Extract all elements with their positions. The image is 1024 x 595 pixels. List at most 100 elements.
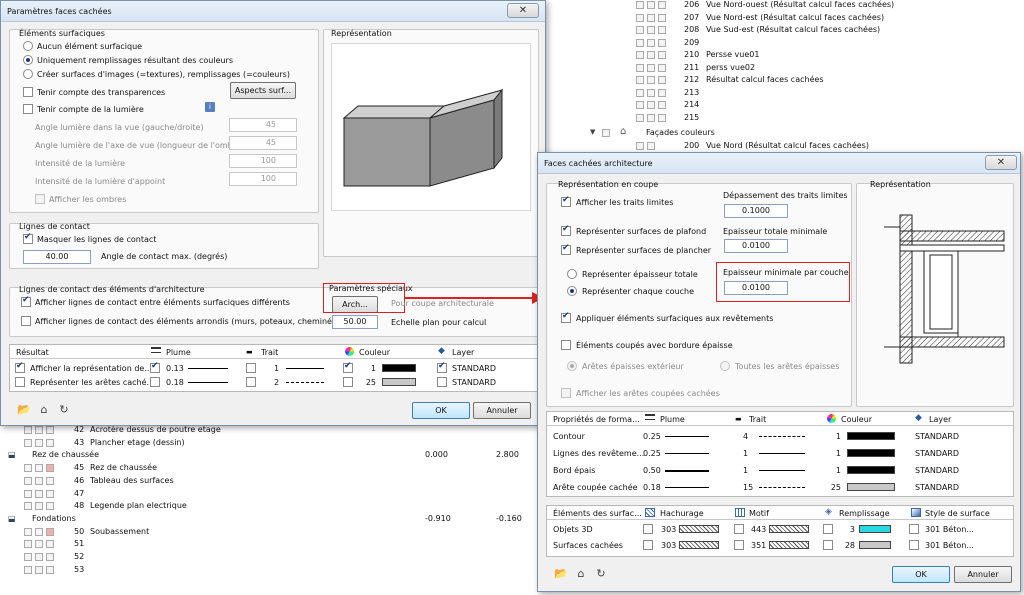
pen-checkbox[interactable] (150, 361, 160, 373)
checkbox-contact-different[interactable] (21, 295, 31, 307)
eye-icon[interactable] (658, 101, 666, 109)
row-label[interactable]: Vue Sud-est (Résultat calcul faces caché… (706, 25, 880, 34)
row-label[interactable]: Acrotère dessus de poutre etage (90, 425, 221, 434)
radio-all-edges[interactable] (720, 361, 730, 371)
trait-value[interactable]: 1 (743, 466, 748, 475)
eye-icon[interactable] (658, 113, 666, 122)
checkbox-icon[interactable] (35, 464, 43, 473)
cancel-button[interactable]: Annuler (954, 566, 1012, 583)
facades-group-label[interactable]: Façades couleurs (646, 128, 715, 137)
open-folder-icon[interactable]: 📂 (554, 567, 568, 581)
color-icon[interactable] (46, 426, 54, 434)
radio-total-thickness[interactable] (567, 269, 577, 279)
color-icon[interactable] (46, 464, 54, 473)
layer-value[interactable]: STANDARD (452, 378, 496, 387)
checkbox-icon[interactable] (647, 63, 655, 72)
row-label[interactable]: Résultat calcul faces cachées (706, 75, 824, 84)
checkbox-icon[interactable] (647, 51, 655, 59)
trait-value[interactable]: 1 (743, 449, 748, 458)
contact-angle-input[interactable]: 40.00 (23, 250, 91, 264)
checkbox-icon[interactable] (647, 26, 655, 34)
row-label[interactable]: Vue Nord (Résultat calcul faces cachées) (706, 141, 869, 150)
color-value[interactable]: 1 (362, 364, 376, 373)
checkbox-shadows[interactable] (35, 194, 45, 204)
fill-value[interactable]: 28 (841, 541, 855, 550)
min-thickness-input[interactable]: 0.0100 (724, 239, 788, 253)
layer-value[interactable]: STANDARD (915, 483, 959, 492)
hatch-value[interactable]: 303 (661, 541, 676, 550)
pen-value[interactable]: 0.25 (643, 449, 661, 458)
checkbox-apply-surfaces[interactable] (561, 311, 571, 323)
row-label[interactable]: Plancher etage (dessin) (90, 438, 185, 447)
hatch-checkbox[interactable] (643, 540, 653, 550)
fill-value[interactable]: 3 (841, 525, 855, 534)
checkbox-icon[interactable] (647, 88, 655, 97)
style-checkbox[interactable] (909, 524, 919, 534)
row-label[interactable]: Legende plan electrique (90, 501, 187, 510)
checkbox-icon[interactable] (35, 527, 43, 536)
trait-checkbox[interactable] (246, 363, 256, 373)
eye-icon[interactable] (658, 76, 666, 84)
color-icon[interactable] (46, 540, 54, 549)
checkbox-icon[interactable] (35, 426, 43, 434)
row-label[interactable]: Soubassement (90, 527, 149, 536)
checkbox-thick-border[interactable] (561, 340, 571, 350)
checkbox-ceiling[interactable] (561, 224, 571, 236)
scale-input[interactable]: 50.00 (332, 315, 378, 329)
color-icon[interactable] (46, 553, 54, 561)
color-value[interactable]: 1 (829, 466, 841, 475)
pen-value[interactable]: 0.18 (643, 483, 661, 492)
checkbox-icon[interactable] (35, 502, 43, 511)
eye-icon[interactable] (658, 13, 666, 22)
radio-fills-only[interactable] (23, 55, 33, 65)
eye-icon[interactable] (658, 38, 666, 47)
eye-icon[interactable] (658, 26, 666, 34)
color-value[interactable]: 1 (829, 432, 841, 441)
motif-checkbox[interactable] (734, 540, 744, 550)
reset-icon[interactable]: ↻ (57, 403, 71, 417)
group-label[interactable]: Rez de chaussée (32, 450, 99, 459)
eye-icon[interactable] (658, 1, 666, 9)
motif-value[interactable]: 351 (751, 541, 766, 550)
style-value[interactable]: 301 Béton... (925, 541, 974, 550)
checkbox-icon[interactable] (35, 438, 43, 447)
motif-value[interactable]: 443 (751, 525, 766, 534)
light-angle-input[interactable]: 45 (229, 118, 297, 132)
overrun-input[interactable]: 0.1000 (724, 204, 788, 218)
radio-each-layer[interactable] (567, 286, 577, 296)
light-axis-angle-input[interactable]: 45 (229, 136, 297, 150)
color-value[interactable]: 25 (829, 483, 841, 492)
row-checkbox[interactable] (15, 361, 25, 373)
hatch-value[interactable]: 303 (661, 525, 676, 534)
pen-checkbox[interactable] (150, 377, 160, 387)
radio-no-surface[interactable] (23, 41, 33, 51)
eye-icon[interactable] (658, 63, 666, 72)
min-layer-input[interactable]: 0.0100 (724, 281, 788, 295)
row-label[interactable]: Persse vue01 (706, 50, 759, 59)
checkbox-light[interactable] (23, 104, 33, 114)
style-value[interactable]: 301 Béton... (925, 525, 974, 534)
layer-value[interactable]: STANDARD (915, 432, 959, 441)
trait-value[interactable]: 1 (274, 364, 279, 373)
trait-checkbox[interactable] (246, 377, 256, 387)
checkbox-hidden-edges[interactable] (561, 388, 571, 398)
checkbox-icon[interactable] (647, 142, 655, 150)
layer-value[interactable]: STANDARD (915, 466, 959, 475)
ambient-light-input[interactable]: 100 (229, 172, 297, 186)
open-folder-icon[interactable]: 📂 (17, 403, 31, 417)
color-icon[interactable] (46, 489, 54, 498)
checkbox-icon[interactable] (647, 13, 655, 22)
checkbox-icon[interactable] (647, 76, 655, 84)
color-icon[interactable] (46, 476, 54, 485)
checkbox-icon[interactable] (647, 1, 655, 9)
row-label[interactable]: Rez de chaussée (90, 463, 157, 472)
pen-value[interactable]: 0.25 (643, 432, 661, 441)
tree-expand-icon[interactable]: ▼ (590, 128, 595, 136)
eye-icon[interactable] (658, 51, 666, 59)
pen-value[interactable]: 0.18 (166, 378, 184, 387)
pen-value[interactable]: 0.50 (643, 466, 661, 475)
checkbox-icon[interactable] (602, 129, 610, 137)
checkbox-icon[interactable] (647, 101, 655, 109)
color-icon[interactable] (46, 527, 54, 536)
row-label[interactable]: Vue Nord-ouest (Résultat calcul faces ca… (706, 0, 894, 9)
